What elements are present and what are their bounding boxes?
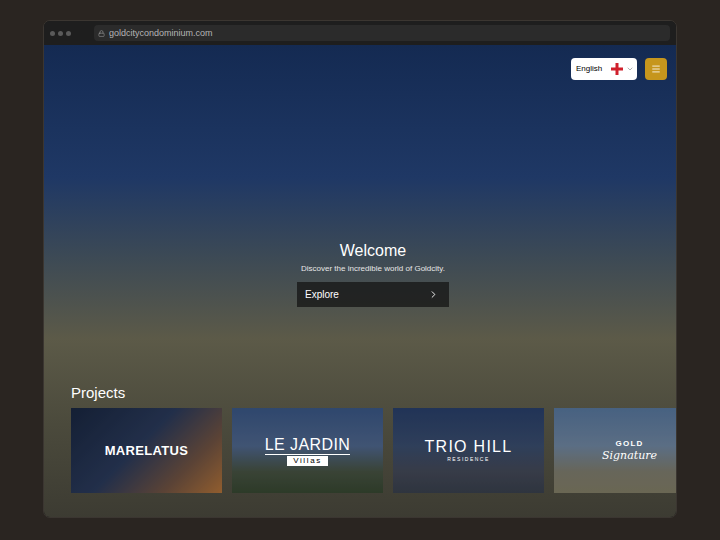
project-name: TRIO HILL bbox=[425, 438, 513, 456]
project-card-shade: GOLDSignature bbox=[554, 408, 676, 493]
project-logo: LE JARDINVillas bbox=[265, 436, 350, 466]
projects-title: Projects bbox=[44, 384, 676, 402]
project-card-shade: LE JARDINVillas bbox=[232, 408, 383, 493]
welcome-block: Welcome Discover the incredible world of … bbox=[44, 241, 676, 307]
browser-toolbar: goldcitycondominium.com bbox=[44, 21, 676, 45]
chevron-down-icon bbox=[626, 65, 634, 73]
project-card[interactable]: MARELATUS bbox=[71, 408, 222, 493]
explore-label: Explore bbox=[305, 289, 339, 301]
project-subtitle: Villas bbox=[287, 456, 328, 466]
welcome-title: Welcome bbox=[340, 241, 406, 261]
project-name: MARELATUS bbox=[105, 443, 189, 459]
explore-button[interactable]: Explore bbox=[297, 282, 449, 307]
projects-row: MARELATUS LE JARDINVillas TRIO HILLRESIDEN… bbox=[44, 408, 676, 493]
england-flag-icon bbox=[611, 63, 623, 75]
project-subtitle: RESIDENCE bbox=[447, 456, 490, 463]
project-subtitle: Signature bbox=[602, 449, 657, 462]
language-select[interactable]: English bbox=[571, 58, 637, 80]
menu-button[interactable] bbox=[645, 58, 667, 80]
project-name: GOLD bbox=[616, 439, 644, 449]
project-card-shade: TRIO HILLRESIDENCE bbox=[393, 408, 544, 493]
menu-icon bbox=[651, 64, 661, 74]
project-name: LE JARDIN bbox=[265, 436, 350, 455]
address-text: goldcitycondominium.com bbox=[109, 27, 213, 39]
header-actions: English bbox=[44, 45, 676, 80]
address-bar[interactable]: goldcitycondominium.com bbox=[94, 25, 670, 41]
window-dot[interactable] bbox=[58, 31, 63, 36]
chevron-right-icon bbox=[428, 289, 439, 300]
language-label: English bbox=[576, 64, 608, 74]
project-card[interactable]: LE JARDINVillas bbox=[232, 408, 383, 493]
project-logo: TRIO HILLRESIDENCE bbox=[425, 438, 513, 463]
project-card[interactable]: TRIO HILLRESIDENCE bbox=[393, 408, 544, 493]
window-dot[interactable] bbox=[66, 31, 71, 36]
lock-icon bbox=[98, 30, 105, 37]
project-card[interactable]: GOLDSignature bbox=[554, 408, 676, 493]
project-card-shade: MARELATUS bbox=[71, 408, 222, 493]
project-logo: GOLDSignature bbox=[602, 439, 657, 462]
browser-window: goldcitycondominium.com English Welcome Dis… bbox=[43, 20, 677, 518]
hero: English Welcome Discover the incredible wo… bbox=[44, 45, 676, 518]
window-dot[interactable] bbox=[50, 31, 55, 36]
welcome-subtitle: Discover the incredible world of Goldcit… bbox=[301, 263, 445, 275]
page: goldcitycondominium.com English Welcome Dis… bbox=[0, 0, 720, 540]
